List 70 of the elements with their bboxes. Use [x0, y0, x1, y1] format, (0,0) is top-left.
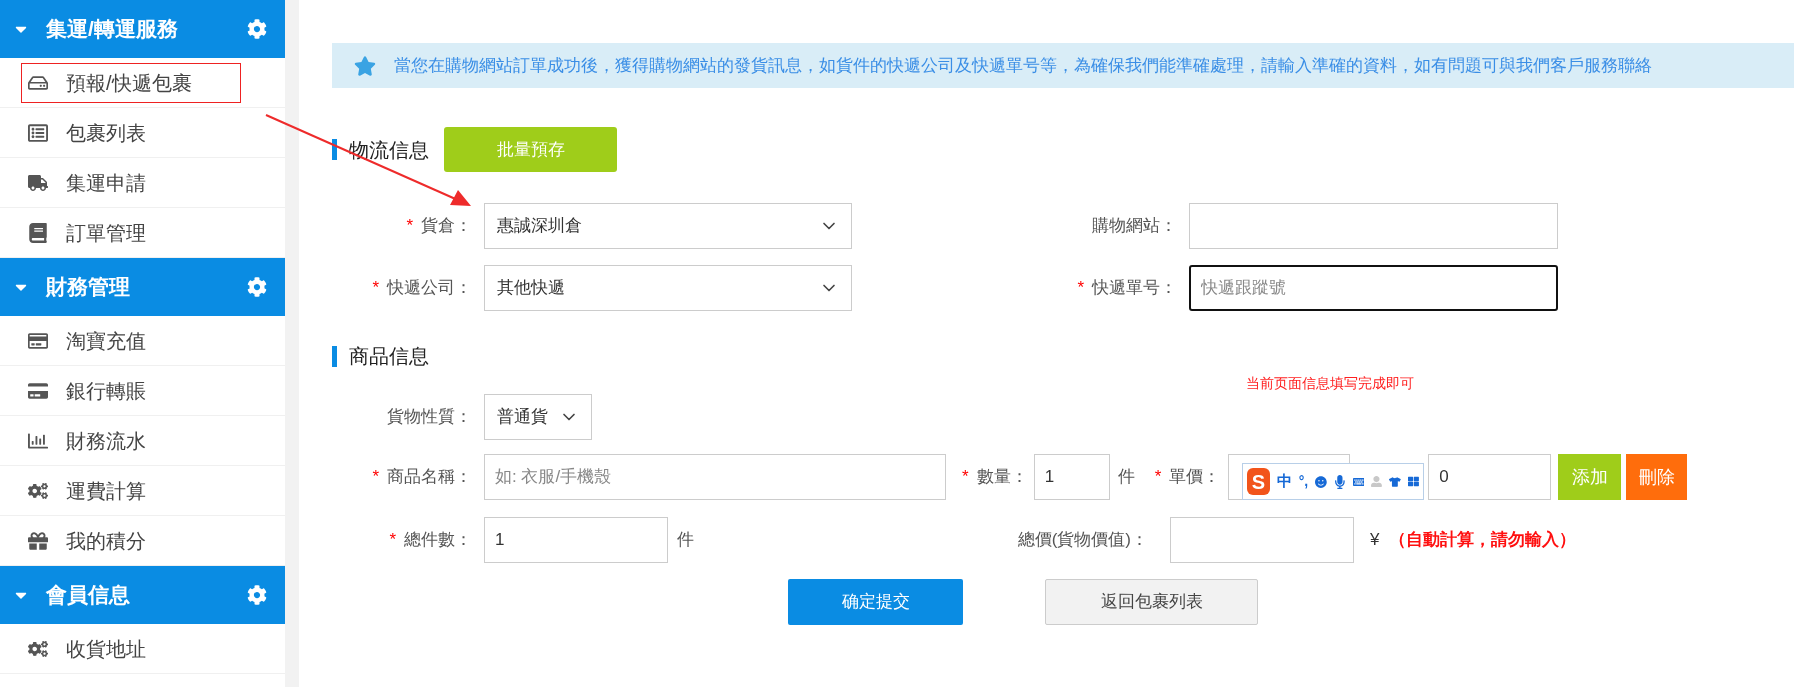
notice-note: 当前页面信息填写完成即可	[1246, 374, 1414, 393]
settings-icon[interactable]	[247, 19, 267, 39]
field-label: 總價(貨物價值)：	[1017, 529, 1148, 552]
sidebar-header[interactable]: 會員信息	[0, 566, 285, 624]
ime-punctuation[interactable]: °,	[1298, 471, 1309, 492]
grid-icon[interactable]	[1408, 475, 1419, 488]
sidebar-item[interactable]: 訂單管理	[22, 213, 194, 252]
field-label: 快遞公司：	[387, 277, 472, 300]
required-mark: *	[372, 466, 379, 489]
total-price-input[interactable]	[1170, 517, 1354, 563]
sidebar-header-title: 會員信息	[46, 582, 131, 609]
card-icon	[28, 330, 48, 351]
required-mark: *	[372, 277, 379, 300]
required-mark: *	[1154, 466, 1162, 489]
text-input[interactable]: 快遞跟蹤號	[1189, 265, 1558, 311]
field-label: 單價：	[1169, 466, 1221, 489]
ime-mode[interactable]: 中	[1276, 470, 1292, 493]
notice-text: 當您在購物網站訂單成功後，獲得購物網站的發貨訊息，如貨件的快遞公司及快遞單号等，為確保我們能準確處理，請輸入準確的資料，如有問題可與我們客戶服務聯絡	[394, 54, 1652, 77]
field-label: 商品名稱：	[387, 466, 472, 489]
section-title: 商品信息	[349, 344, 429, 369]
settings-icon[interactable]	[247, 585, 267, 605]
field-label: 總件數：	[404, 529, 472, 552]
sidebar-header[interactable]: 財務管理	[0, 258, 285, 316]
sidebar-item[interactable]: 集運申請	[22, 163, 194, 202]
currency-label: ¥	[1370, 529, 1380, 552]
required-mark: *	[962, 466, 969, 489]
count-input[interactable]: 1	[484, 517, 668, 563]
star-icon	[354, 54, 376, 77]
unit-label: 件	[677, 529, 694, 552]
sidebar-item[interactable]: 淘寶充值	[22, 321, 194, 360]
microphone-icon[interactable]	[1333, 474, 1346, 489]
dropdown-select[interactable]: 普通貨	[484, 394, 592, 440]
gears-icon	[28, 480, 48, 501]
required-mark: *	[1077, 277, 1084, 300]
sidebar-item[interactable]: 收貨地址	[22, 629, 194, 668]
settings-icon[interactable]	[247, 277, 267, 297]
smiley-icon[interactable]	[1315, 474, 1327, 489]
required-mark: *	[406, 215, 413, 238]
sidebar-item[interactable]: 財務流水	[22, 421, 194, 460]
sidebar-header-title: 集運/轉運服務	[46, 16, 179, 43]
gift-icon	[28, 530, 48, 551]
sidebar-item[interactable]: 預報/快遞包裹	[22, 63, 240, 102]
sidebar-header[interactable]: 集運/轉運服務	[0, 0, 285, 58]
field-label: 快遞單号：	[1092, 277, 1177, 300]
dropdown-select[interactable]: 惠誠深圳倉	[484, 203, 852, 249]
submit-button[interactable]: 确定提交	[788, 579, 963, 625]
back-button[interactable]: 返回包裹列表	[1045, 579, 1258, 625]
truck-icon	[28, 172, 48, 193]
auto-calc-hint: （自動計算，請勿輸入）	[1389, 529, 1577, 552]
field-label: 貨物性質：	[387, 406, 472, 429]
unit-label: 件	[1117, 466, 1135, 489]
section-marker	[332, 139, 337, 160]
required-mark: *	[389, 529, 396, 552]
sidebar-item[interactable]: 我的積分	[22, 521, 194, 560]
sidebar-item[interactable]: 銀行轉賬	[22, 371, 194, 410]
section-marker	[332, 345, 337, 367]
shirt-icon[interactable]	[1389, 474, 1402, 489]
sidebar-header-title: 財務管理	[46, 274, 131, 301]
dropdown-select[interactable]: 其他快遞	[484, 265, 852, 311]
book-icon	[28, 222, 48, 243]
card-icon	[28, 380, 48, 401]
quantity-input[interactable]: 1	[1033, 454, 1110, 500]
list-icon	[28, 122, 48, 143]
field-label: 貨倉：	[421, 215, 472, 238]
field-label: 購物網站：	[1092, 215, 1177, 238]
sidebar-item[interactable]: 運費計算	[22, 471, 194, 510]
sidebar-item[interactable]: 包裹列表	[22, 113, 194, 152]
field-label: 數量：	[976, 466, 1028, 489]
total-input[interactable]: 0	[1428, 454, 1552, 500]
gears-icon	[28, 638, 48, 659]
